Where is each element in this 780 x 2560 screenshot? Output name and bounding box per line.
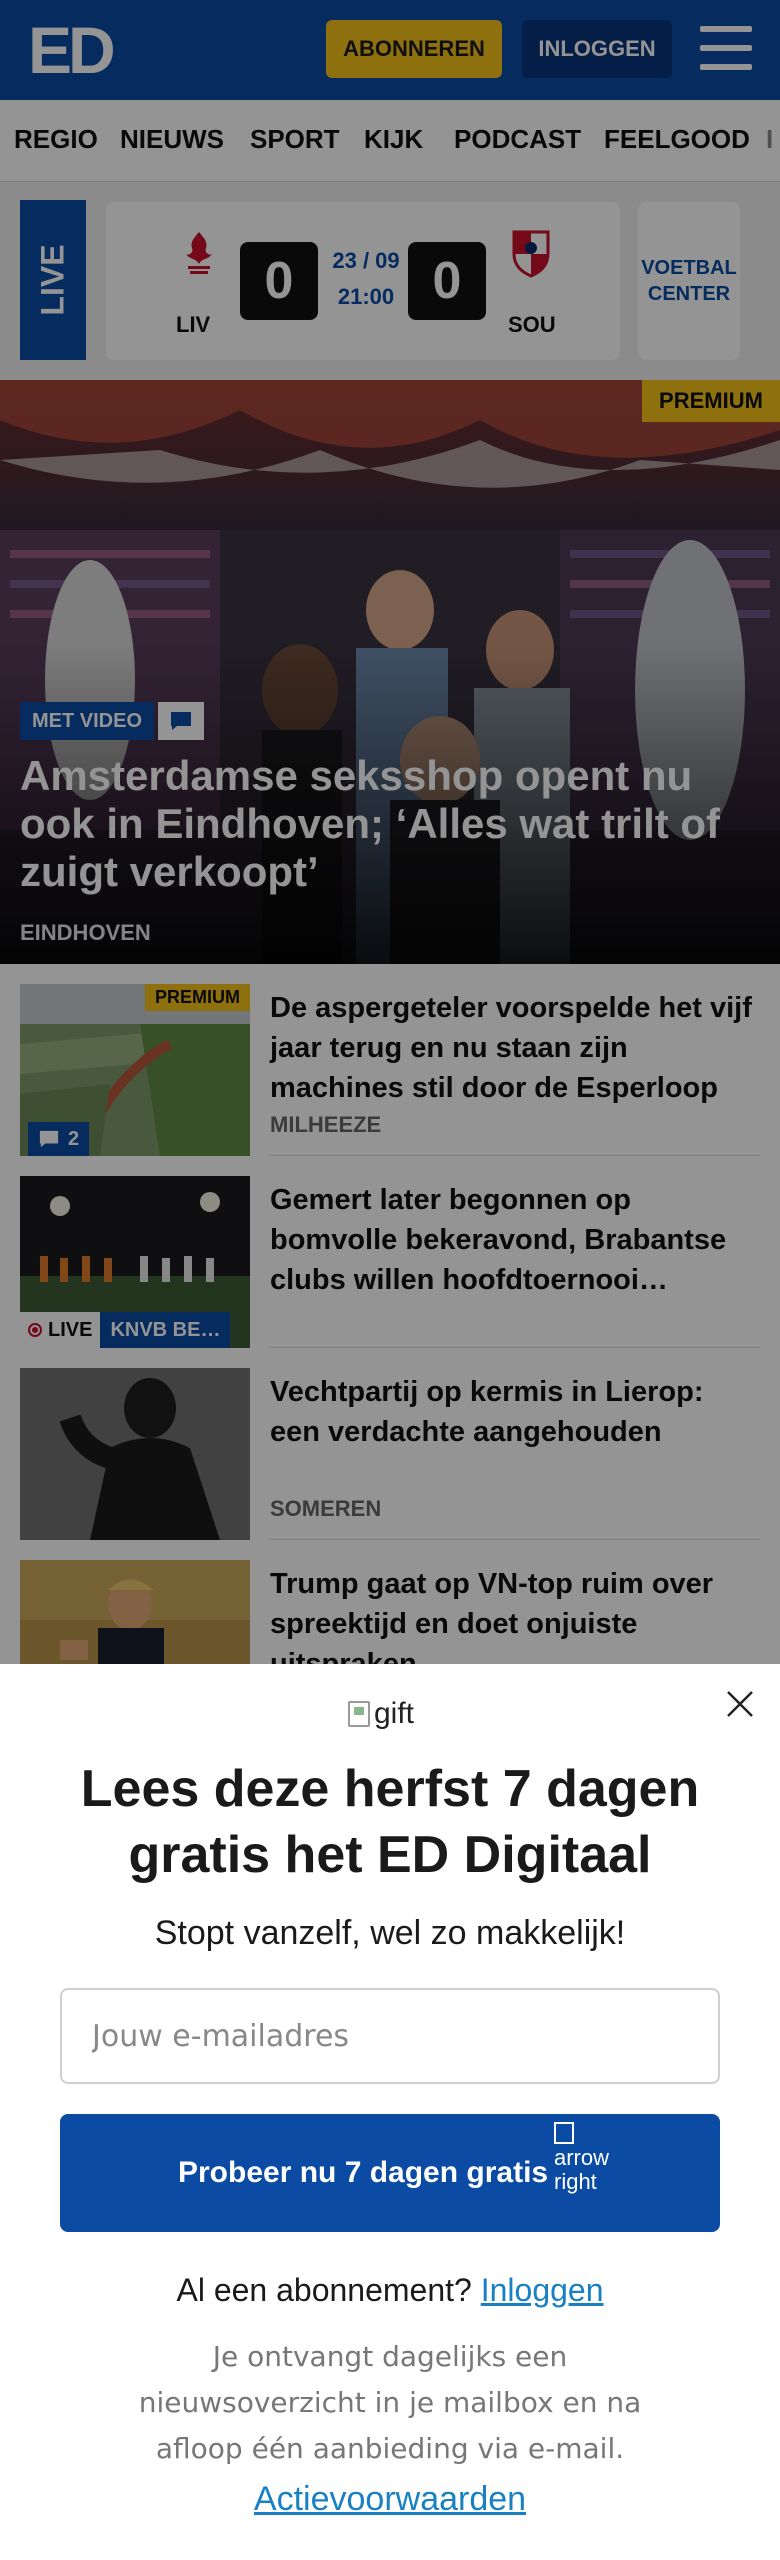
- login-link[interactable]: Inloggen: [481, 2272, 604, 2308]
- info-text: Je ontvangt dagelijks een nieuwsoverzich…: [138, 2340, 642, 2465]
- close-icon[interactable]: [722, 1686, 758, 1722]
- modal-title: Lees deze herfst 7 dagen gratis het ED D…: [80, 1760, 700, 1884]
- email-field[interactable]: [60, 1988, 720, 2084]
- existing-subscription-label: Al een abonnement?: [176, 2272, 472, 2308]
- gift-icon: gift: [348, 1694, 414, 1734]
- modal-subtitle: Stopt vanzelf, wel zo makkelijk!: [154, 1914, 626, 1952]
- subscription-modal: gift Lees deze herfst 7 dagen gratis het…: [0, 1664, 780, 2560]
- modal-backdrop[interactable]: [0, 0, 780, 1664]
- try-free-button[interactable]: Probeer nu 7 dagen gratis arrow right: [60, 2114, 720, 2232]
- try-free-label: Probeer nu 7 dagen gratis: [178, 2156, 549, 2189]
- existing-subscription: Al een abonnement? Inloggen: [40, 2272, 740, 2309]
- arrow-right-icon: arrow right: [554, 2122, 610, 2222]
- terms-link[interactable]: Actievoorwaarden: [40, 2480, 740, 2519]
